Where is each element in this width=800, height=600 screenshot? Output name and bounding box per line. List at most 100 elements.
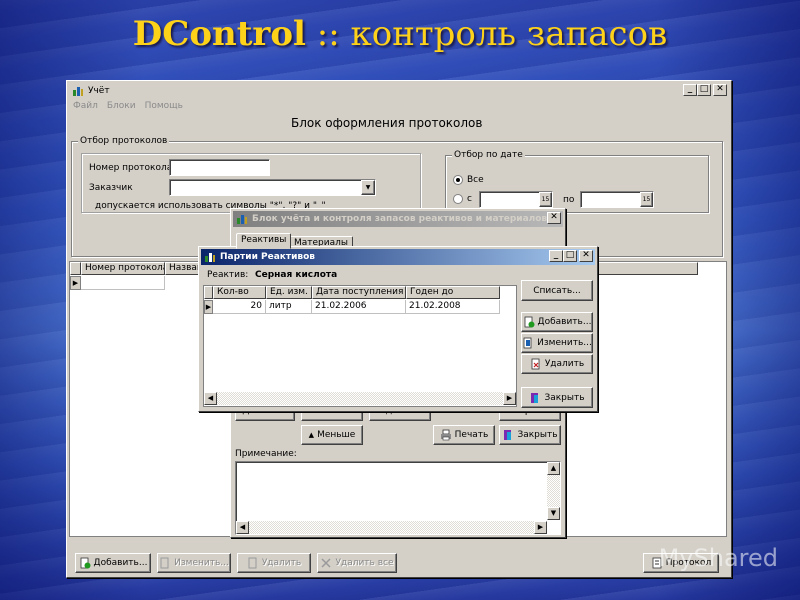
batches-window-title: Партии Реактивов — [220, 252, 315, 262]
batches-header-received[interactable]: Дата поступления — [312, 286, 406, 299]
batches-scroll-left-arrow[interactable]: ◀ — [204, 392, 217, 405]
stock-window-titlebar[interactable]: Блок учёта и контроля запасов реактивов … — [233, 211, 563, 227]
write-off-button[interactable]: Списать... — [521, 280, 593, 301]
stock-window-close-button[interactable]: ✕ — [547, 212, 561, 224]
main-window-title: Учёт — [88, 86, 110, 96]
protocol-delete-all-button[interactable]: Удалить все — [317, 553, 397, 573]
date-to-label: по — [563, 195, 575, 205]
protocol-number-label: Номер протокола — [89, 163, 173, 173]
table-row[interactable]: 20 литр 21.02.2006 21.02.2008 — [213, 300, 500, 314]
stock-less-button[interactable]: ▲ Меньше — [301, 425, 363, 445]
note-textarea[interactable]: ▲ ▼ ◀ ▶ — [235, 461, 561, 535]
stock-window-icon — [237, 215, 247, 224]
stock-print-label: Печать — [454, 430, 489, 440]
batches-row-indicator-icon: ▶ — [204, 300, 213, 314]
date-to-calendar-button[interactable]: 15 — [640, 192, 653, 207]
batch-received-cell: 21.02.2006 — [312, 300, 406, 314]
close-button[interactable]: ✕ — [713, 84, 727, 96]
protocol-add-label: Добавить... — [93, 558, 148, 568]
note-scroll-down-arrow[interactable]: ▼ — [547, 507, 560, 520]
delete-document-icon — [248, 557, 257, 569]
protocol-delete-all-label: Удалить все — [335, 558, 394, 568]
stock-close-label: Закрыть — [517, 430, 558, 440]
main-window-titlebar[interactable]: Учёт _ □ ✕ — [69, 83, 729, 99]
batches-window-titlebar[interactable]: Партии Реактивов _ □ ✕ — [201, 249, 595, 265]
radio-all-label: Все — [467, 175, 484, 185]
menu-bar: Файл Блоки Помощь — [73, 101, 183, 111]
protocol-edit-button[interactable]: Изменить... — [157, 553, 231, 573]
note-scroll-left-arrow[interactable]: ◀ — [236, 521, 249, 534]
batches-window-icon — [205, 253, 215, 262]
grid-header-indicator — [70, 262, 81, 275]
radio-all[interactable] — [453, 175, 463, 185]
note-scroll-up-arrow[interactable]: ▲ — [547, 462, 560, 475]
exit-door-icon — [504, 430, 512, 440]
batches-header-expires[interactable]: Годен до — [406, 286, 500, 299]
date-filter-group-title: Отбор по дате — [452, 150, 525, 160]
customer-label: Заказчик — [89, 183, 133, 193]
date-to-input[interactable]: 15 — [580, 191, 654, 208]
batches-grid-header: Кол-во Ед. изм. Дата поступления Годен д… — [204, 286, 500, 299]
watermark: MyShared — [659, 544, 778, 572]
batches-header-unit[interactable]: Ед. изм. — [266, 286, 312, 299]
app-icon — [73, 87, 83, 96]
stock-close-button[interactable]: Закрыть — [499, 425, 561, 445]
printer-icon — [440, 429, 451, 441]
watermark-text: MyShared — [658, 544, 778, 572]
edit-document-icon — [160, 557, 169, 569]
minimize-button[interactable]: _ — [683, 84, 697, 96]
customer-select[interactable]: ▼ — [169, 179, 376, 196]
batches-horizontal-scrollbar[interactable]: ◀ ▶ — [204, 392, 516, 405]
batches-minimize-button[interactable]: _ — [549, 250, 563, 262]
customer-dropdown-button[interactable]: ▼ — [361, 180, 375, 195]
protocol-number-input[interactable] — [169, 159, 270, 176]
slide-title: DControl :: контроль запасов — [0, 14, 800, 54]
menu-blocks[interactable]: Блоки — [107, 101, 136, 111]
add-document-icon — [524, 316, 535, 328]
batches-maximize-button[interactable]: □ — [563, 250, 577, 262]
protocol-delete-button[interactable]: Удалить — [237, 553, 311, 573]
radio-from-label: с — [467, 194, 472, 204]
protocol-filter-group-title: Отбор протоколов — [78, 136, 170, 146]
page-title: Блок оформления протоколов — [291, 116, 483, 130]
batch-add-button[interactable]: Добавить... — [521, 312, 593, 332]
menu-help[interactable]: Помощь — [145, 101, 183, 111]
row-indicator-icon: ▶ — [70, 276, 81, 290]
batch-add-label: Добавить... — [537, 317, 592, 327]
batch-edit-label: Изменить... — [537, 338, 592, 348]
reagent-name: Серная кислота — [255, 270, 338, 280]
batch-qty-cell: 20 — [213, 300, 266, 314]
batch-edit-button[interactable]: Изменить... — [521, 333, 593, 353]
grid-header-protocol-number[interactable]: Номер протокола — [81, 262, 165, 275]
slide-title-subtitle: контроль запасов — [350, 14, 668, 54]
exit-door-icon — [531, 392, 539, 403]
date-from-input[interactable]: 15 — [479, 191, 553, 208]
stock-less-label: Меньше — [317, 430, 356, 440]
protocols-grid-row[interactable] — [81, 276, 165, 290]
batch-expires-cell: 21.02.2008 — [406, 300, 500, 314]
protocol-add-button[interactable]: Добавить... — [75, 553, 151, 573]
note-scroll-right-arrow[interactable]: ▶ — [534, 521, 547, 534]
note-vertical-scrollbar[interactable]: ▲ ▼ — [547, 462, 560, 520]
batches-header-qty[interactable]: Кол-во — [213, 286, 266, 299]
batch-close-button[interactable]: Закрыть — [521, 387, 593, 408]
menu-file[interactable]: Файл — [73, 101, 98, 111]
maximize-button[interactable]: □ — [697, 84, 711, 96]
protocol-delete-label: Удалить — [261, 558, 302, 568]
batches-window: Партии Реактивов _ □ ✕ Реактив: Серная к… — [198, 246, 598, 412]
date-from-calendar-button[interactable]: 15 — [539, 192, 552, 207]
note-horizontal-scrollbar[interactable]: ◀ ▶ — [236, 521, 547, 534]
radio-from[interactable] — [453, 194, 463, 204]
batches-close-button[interactable]: ✕ — [579, 250, 593, 262]
tab-reagents[interactable]: Реактивы — [236, 233, 292, 249]
add-document-icon — [80, 557, 91, 569]
batches-scroll-right-arrow[interactable]: ▶ — [503, 392, 516, 405]
batches-header-indicator — [204, 286, 213, 299]
protocol-edit-label: Изменить... — [174, 558, 229, 568]
batch-delete-label: Удалить — [544, 359, 585, 369]
stock-print-button[interactable]: Печать — [433, 425, 495, 445]
delete-all-icon — [321, 558, 332, 568]
batch-close-label: Закрыть — [544, 392, 585, 403]
stock-window-title: Блок учёта и контроля запасов реактивов … — [252, 214, 548, 224]
batch-delete-button[interactable]: Удалить — [521, 354, 593, 374]
